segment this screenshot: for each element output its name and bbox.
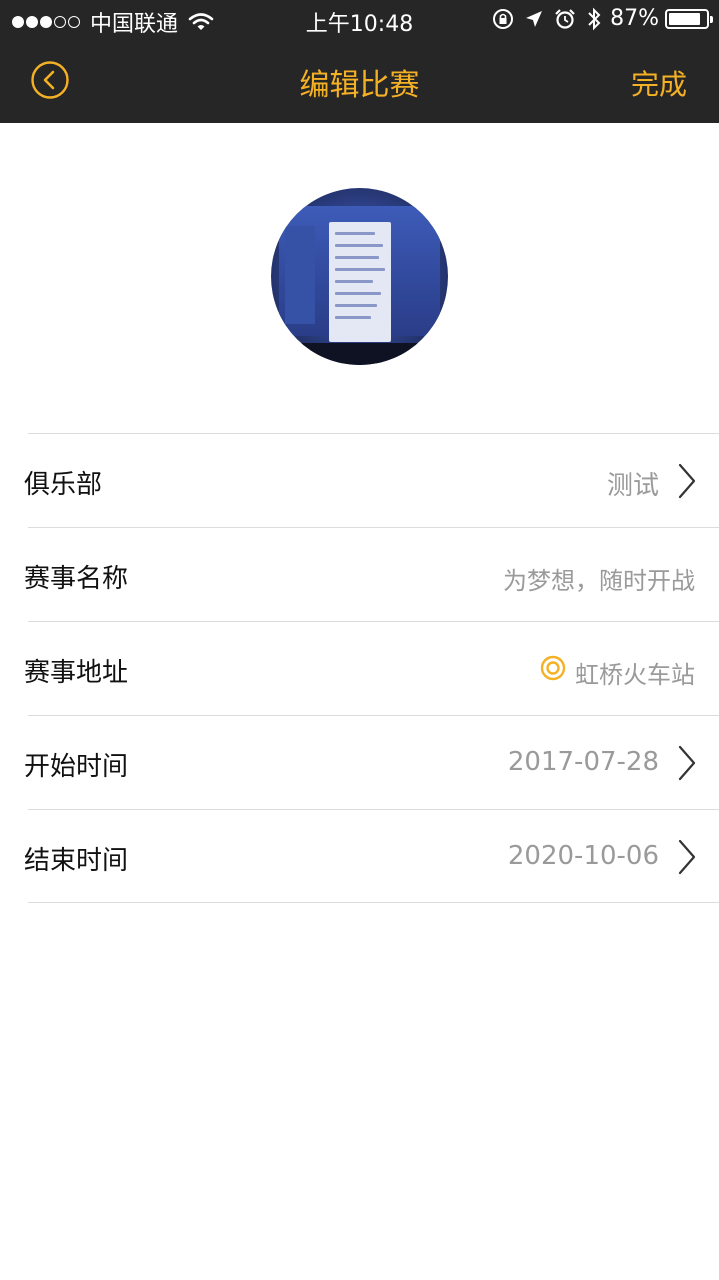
match-address-label: 赛事地址 bbox=[24, 658, 129, 688]
end-time-value: 2020-10-06 bbox=[507, 841, 659, 871]
battery-percent: 87% bbox=[610, 6, 659, 31]
rotation-lock-icon bbox=[493, 8, 514, 29]
start-time-row[interactable]: 开始时间 2017-07-28 bbox=[24, 715, 719, 809]
page-title: 编辑比赛 bbox=[299, 68, 420, 103]
nav-bar: 编辑比赛 完成 bbox=[0, 40, 719, 123]
chevron-right-icon bbox=[678, 839, 696, 875]
club-row[interactable]: 俱乐部 测试 bbox=[24, 433, 719, 527]
match-name-input[interactable]: 为梦想，随时开战 bbox=[503, 561, 695, 596]
end-time-label: 结束时间 bbox=[24, 846, 129, 876]
done-button[interactable]: 完成 bbox=[631, 63, 687, 103]
match-name-label: 赛事名称 bbox=[24, 564, 129, 594]
battery-icon bbox=[665, 8, 713, 29]
end-time-row[interactable]: 结束时间 2020-10-06 bbox=[24, 809, 719, 903]
alarm-icon bbox=[555, 8, 575, 29]
location-target-icon bbox=[540, 655, 566, 681]
match-address-row[interactable]: 赛事地址 虹桥火车站 bbox=[24, 621, 719, 715]
battery-fill bbox=[669, 12, 700, 25]
match-name-row[interactable]: 赛事名称 为梦想，随时开战 bbox=[24, 527, 719, 621]
match-cover-image[interactable] bbox=[271, 188, 448, 365]
start-time-label: 开始时间 bbox=[24, 752, 129, 782]
chevron-right-icon bbox=[678, 745, 696, 781]
club-value: 测试 bbox=[606, 471, 659, 501]
bluetooth-icon bbox=[588, 7, 601, 30]
status-bar: 中国联通 上午10:48 87% bbox=[0, 0, 719, 40]
match-form: 俱乐部 测试 赛事名称 为梦想，随时开战 赛事地址 虹桥火车站 开始时间 201… bbox=[0, 433, 719, 903]
location-arrow-icon bbox=[526, 10, 543, 27]
status-right: 87% bbox=[482, 6, 713, 31]
match-address-value: 虹桥火车站 bbox=[575, 661, 695, 689]
start-time-value: 2017-07-28 bbox=[507, 747, 659, 777]
chevron-right-icon bbox=[678, 463, 696, 499]
club-label: 俱乐部 bbox=[24, 470, 103, 500]
